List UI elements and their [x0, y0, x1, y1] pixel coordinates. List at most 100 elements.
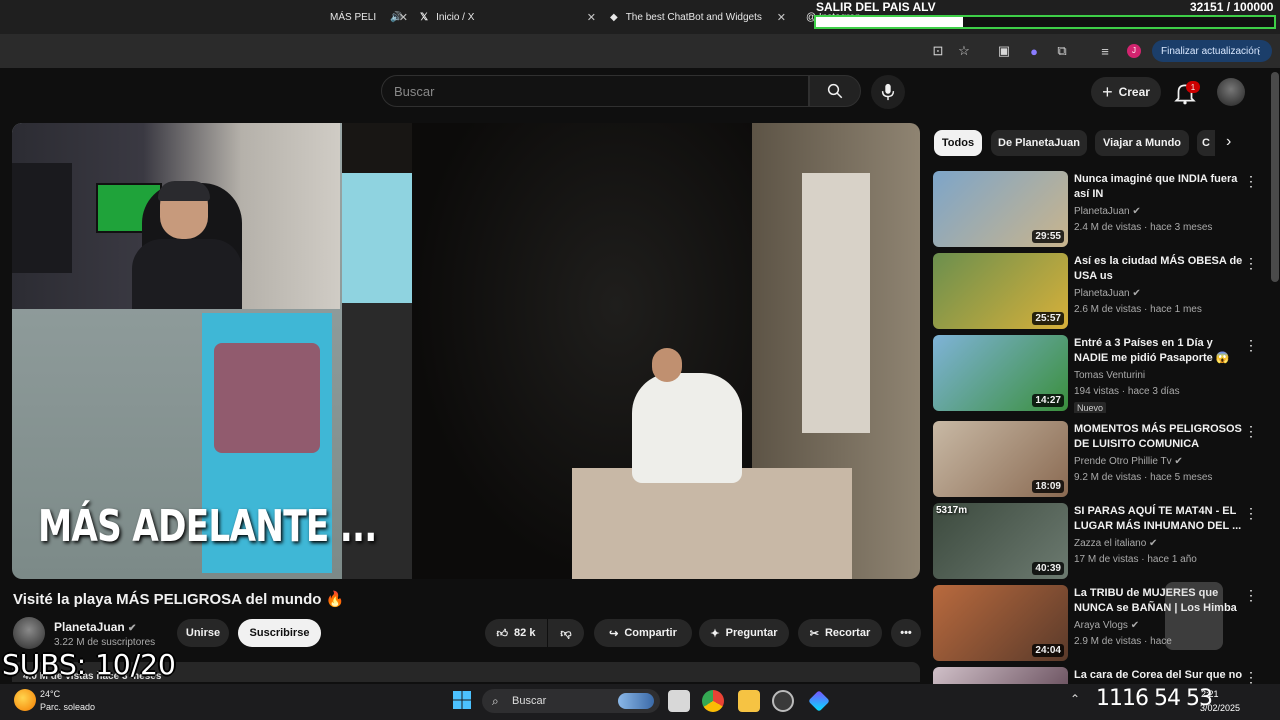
ask-button[interactable]: ✦ Preguntar: [699, 619, 789, 647]
x-logo-icon: 𝕏: [420, 11, 429, 23]
recommendation-meta: 9.2 M de vistas · hace 5 meses: [1074, 472, 1213, 483]
recommendation-item[interactable]: 40:39 5317m SI PARAS AQUÍ TE MAT4N - EL LU…: [933, 503, 1263, 581]
windows-start-icon[interactable]: [452, 690, 472, 710]
recommendation-channel-name: Zazza el italiano: [1074, 538, 1147, 549]
like-button[interactable]: 👍︎ 82 k: [485, 619, 547, 647]
recommendation-item[interactable]: La cara de Corea del Sur que no ⋮: [933, 667, 1263, 684]
video-thumbnail[interactable]: 40:39 5317m: [933, 503, 1068, 579]
extensions-puzzle-icon[interactable]: ⧉: [1053, 42, 1071, 60]
share-button[interactable]: ↪ Compartir: [594, 619, 692, 647]
video-duration: 40:39: [1032, 562, 1064, 575]
extension-ai-icon[interactable]: ●: [1025, 42, 1043, 60]
youtube-account-avatar[interactable]: [1217, 78, 1245, 106]
extension-screen-icon[interactable]: ▣: [995, 42, 1013, 60]
chip-partial[interactable]: C: [1197, 130, 1215, 156]
finish-update-button[interactable]: Finalizar actualización ⋮: [1152, 40, 1272, 62]
youtube-search-input[interactable]: Buscar: [381, 75, 809, 107]
update-label: Finalizar actualización: [1161, 45, 1260, 57]
clip-button[interactable]: ✂ Recortar: [798, 619, 882, 647]
weather-description[interactable]: Parc. soleado: [40, 702, 95, 712]
recommendation-title[interactable]: Nunca imaginé que INDIA fuera así IN: [1074, 172, 1249, 202]
chip-de-planetajuan[interactable]: De PlanetaJuan: [991, 130, 1087, 156]
tab-label: MÁS PELI: [330, 11, 377, 23]
recommendation-item[interactable]: 18:09 MOMENTOS MÁS PELIGROSOS DE LUISITO …: [933, 421, 1263, 499]
weather-temperature[interactable]: 24°C: [40, 689, 60, 699]
recommendation-title[interactable]: Así es la ciudad MÁS OBESA de USA us: [1074, 254, 1249, 284]
recommendation-channel[interactable]: PlanetaJuan ✔: [1074, 288, 1141, 299]
recommendation-channel[interactable]: Zazza el italiano ✔: [1074, 538, 1157, 549]
recommendation-channel[interactable]: Prende Otro Phillie Tv ✔: [1074, 456, 1183, 467]
chrome-icon[interactable]: [702, 690, 724, 712]
like-count: 82 k: [514, 627, 536, 639]
webcam-monitor: [12, 163, 72, 273]
recommendation-title[interactable]: SI PARAS AQUÍ TE MAT4N - EL LUGAR MÁS IN…: [1074, 504, 1249, 534]
tab-chatbot[interactable]: ◆ The best ChatBot and Widgets ✕: [610, 4, 786, 30]
kebab-menu-icon[interactable]: ⋮: [1244, 173, 1258, 190]
subscribe-button[interactable]: Suscribirse: [238, 619, 321, 647]
create-button[interactable]: + Crear: [1091, 77, 1161, 107]
video-player[interactable]: MÁS ADELANTE ...: [12, 123, 920, 579]
kebab-menu-icon[interactable]: ⋮: [1244, 255, 1258, 272]
video-thumbnail[interactable]: 29:55: [933, 171, 1068, 247]
bookmark-star-icon[interactable]: ☆: [955, 42, 973, 60]
tab-youtube-video[interactable]: MÁS PELI 🔊 ✕: [330, 4, 408, 30]
close-tab-icon[interactable]: ✕: [777, 11, 786, 24]
close-tab-icon[interactable]: ✕: [399, 11, 408, 24]
chip-viajar-a-mundo[interactable]: Viajar a Mundo: [1095, 130, 1189, 156]
kebab-menu-icon[interactable]: ⋮: [1244, 337, 1258, 354]
recommendation-meta: 2.6 M de vistas · hace 1 mes: [1074, 304, 1202, 315]
tray-chevron-up-icon[interactable]: ⌃: [1070, 692, 1080, 706]
task-view-icon[interactable]: [668, 690, 690, 712]
channel-avatar[interactable]: [13, 617, 45, 649]
reading-list-icon[interactable]: ≡: [1096, 42, 1114, 60]
recommendation-title[interactable]: MOMENTOS MÁS PELIGROSOS DE LUISITO COMUN…: [1074, 422, 1249, 452]
thumbs-down-icon: 👎︎: [560, 627, 572, 640]
install-app-icon[interactable]: ⊡: [929, 42, 947, 60]
kebab-menu-icon[interactable]: ⋮: [1244, 669, 1258, 684]
recommendation-item[interactable]: 25:57 Así es la ciudad MÁS OBESA de USA u…: [933, 253, 1263, 331]
kebab-menu-icon[interactable]: ⋮: [1244, 587, 1258, 604]
search-button[interactable]: [809, 75, 861, 107]
share-label: Compartir: [624, 627, 677, 639]
chevron-right-icon[interactable]: ›: [1226, 133, 1231, 151]
video-thumbnail[interactable]: 24:04: [933, 585, 1068, 661]
join-button[interactable]: Unirse: [177, 619, 229, 647]
sidebar-scrollbar[interactable]: [1271, 72, 1279, 282]
file-explorer-icon[interactable]: [738, 690, 760, 712]
profile-avatar-icon[interactable]: J: [1125, 42, 1143, 60]
recommendation-channel[interactable]: Tomas Venturini: [1074, 370, 1145, 381]
recommendation-title[interactable]: Entré a 3 Países en 1 Día y NADIE me pid…: [1074, 336, 1249, 366]
subs-goal-overlay: SUBS: 10/20: [2, 648, 176, 681]
recommendation-item[interactable]: 14:27 Entré a 3 Países en 1 Día y NADIE m…: [933, 335, 1263, 413]
video-thumbnail[interactable]: 25:57: [933, 253, 1068, 329]
kebab-menu-icon[interactable]: ⋮: [1254, 46, 1264, 57]
browser-toolbar: [0, 34, 1280, 68]
more-actions-button[interactable]: •••: [891, 619, 921, 647]
notification-badge: 1: [1186, 81, 1200, 93]
weather-sun-icon[interactable]: [14, 689, 36, 711]
video-thumbnail[interactable]: [933, 667, 1068, 684]
recommendation-channel[interactable]: Araya Vlogs ✔: [1074, 620, 1139, 631]
video-scene-desk: [572, 468, 852, 579]
dislike-button[interactable]: 👎︎: [548, 619, 584, 647]
kebab-menu-icon[interactable]: ⋮: [1244, 505, 1258, 522]
obs-icon[interactable]: [772, 690, 794, 712]
close-tab-icon[interactable]: ✕: [587, 11, 596, 24]
voice-search-button[interactable]: [871, 75, 905, 109]
channel-name[interactable]: PlanetaJuan ✔: [54, 620, 136, 634]
video-scene-person-head: [652, 348, 682, 382]
video-thumbnail[interactable]: 18:09: [933, 421, 1068, 497]
taskbar-date[interactable]: 3/02/2025: [1200, 703, 1240, 713]
video-thumbnail[interactable]: 14:27: [933, 335, 1068, 411]
recommendation-title[interactable]: La cara de Corea del Sur que no: [1074, 668, 1249, 683]
video-caption-text: MÁS ADELANTE ...: [38, 501, 377, 552]
tab-x[interactable]: 𝕏 Inicio / X ✕: [420, 4, 596, 30]
taskbar-search[interactable]: ⌕ Buscar: [482, 689, 660, 713]
taskbar-time[interactable]: 2:21: [1201, 689, 1219, 699]
recommendation-channel[interactable]: PlanetaJuan ✔: [1074, 206, 1141, 217]
goal-count: 32151 / 100000: [1190, 0, 1274, 14]
kebab-menu-icon[interactable]: ⋮: [1244, 423, 1258, 440]
video-title: Visité la playa MÁS PELIGROSA del mundo …: [13, 591, 345, 608]
recommendation-item[interactable]: 29:55 Nunca imaginé que INDIA fuera así I…: [933, 171, 1263, 249]
chip-todos[interactable]: Todos: [934, 130, 982, 156]
